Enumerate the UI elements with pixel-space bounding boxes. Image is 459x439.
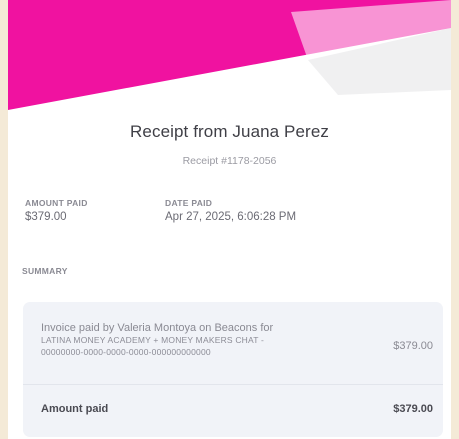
date-paid-label: DATE PAID [165, 198, 213, 208]
total-label: Amount paid [41, 403, 109, 415]
line-item-description: Invoice paid by Valeria Montoya on Beaco… [41, 322, 341, 358]
line-item-desc-line2: LATINA MONEY ACADEMY + MONEY MAKERS CHAT… [41, 335, 265, 345]
receipt-card: Receipt from Juana Perez Receipt #1178-2… [8, 0, 451, 439]
brand-header-banner [8, 0, 451, 110]
date-paid-value: Apr 27, 2025, 6:06:28 PM [165, 211, 297, 223]
amount-paid-label: AMOUNT PAID [25, 198, 88, 208]
line-item-desc-line3: 00000000-0000-0000-0000-000000000000 [41, 347, 211, 357]
total-amount: $379.00 [393, 403, 433, 415]
line-item-desc-line1: Invoice paid by Valeria Montoya on Beaco… [41, 322, 274, 334]
line-item-amount: $379.00 [393, 340, 433, 352]
amount-paid-value: $379.00 [25, 211, 67, 223]
divider [23, 384, 443, 385]
summary-box: Invoice paid by Valeria Montoya on Beaco… [23, 302, 443, 437]
summary-label: SUMMARY [22, 266, 68, 276]
receipt-number: Receipt #1178-2056 [182, 155, 277, 167]
receipt-title: Receipt from Juana Perez [130, 122, 329, 141]
